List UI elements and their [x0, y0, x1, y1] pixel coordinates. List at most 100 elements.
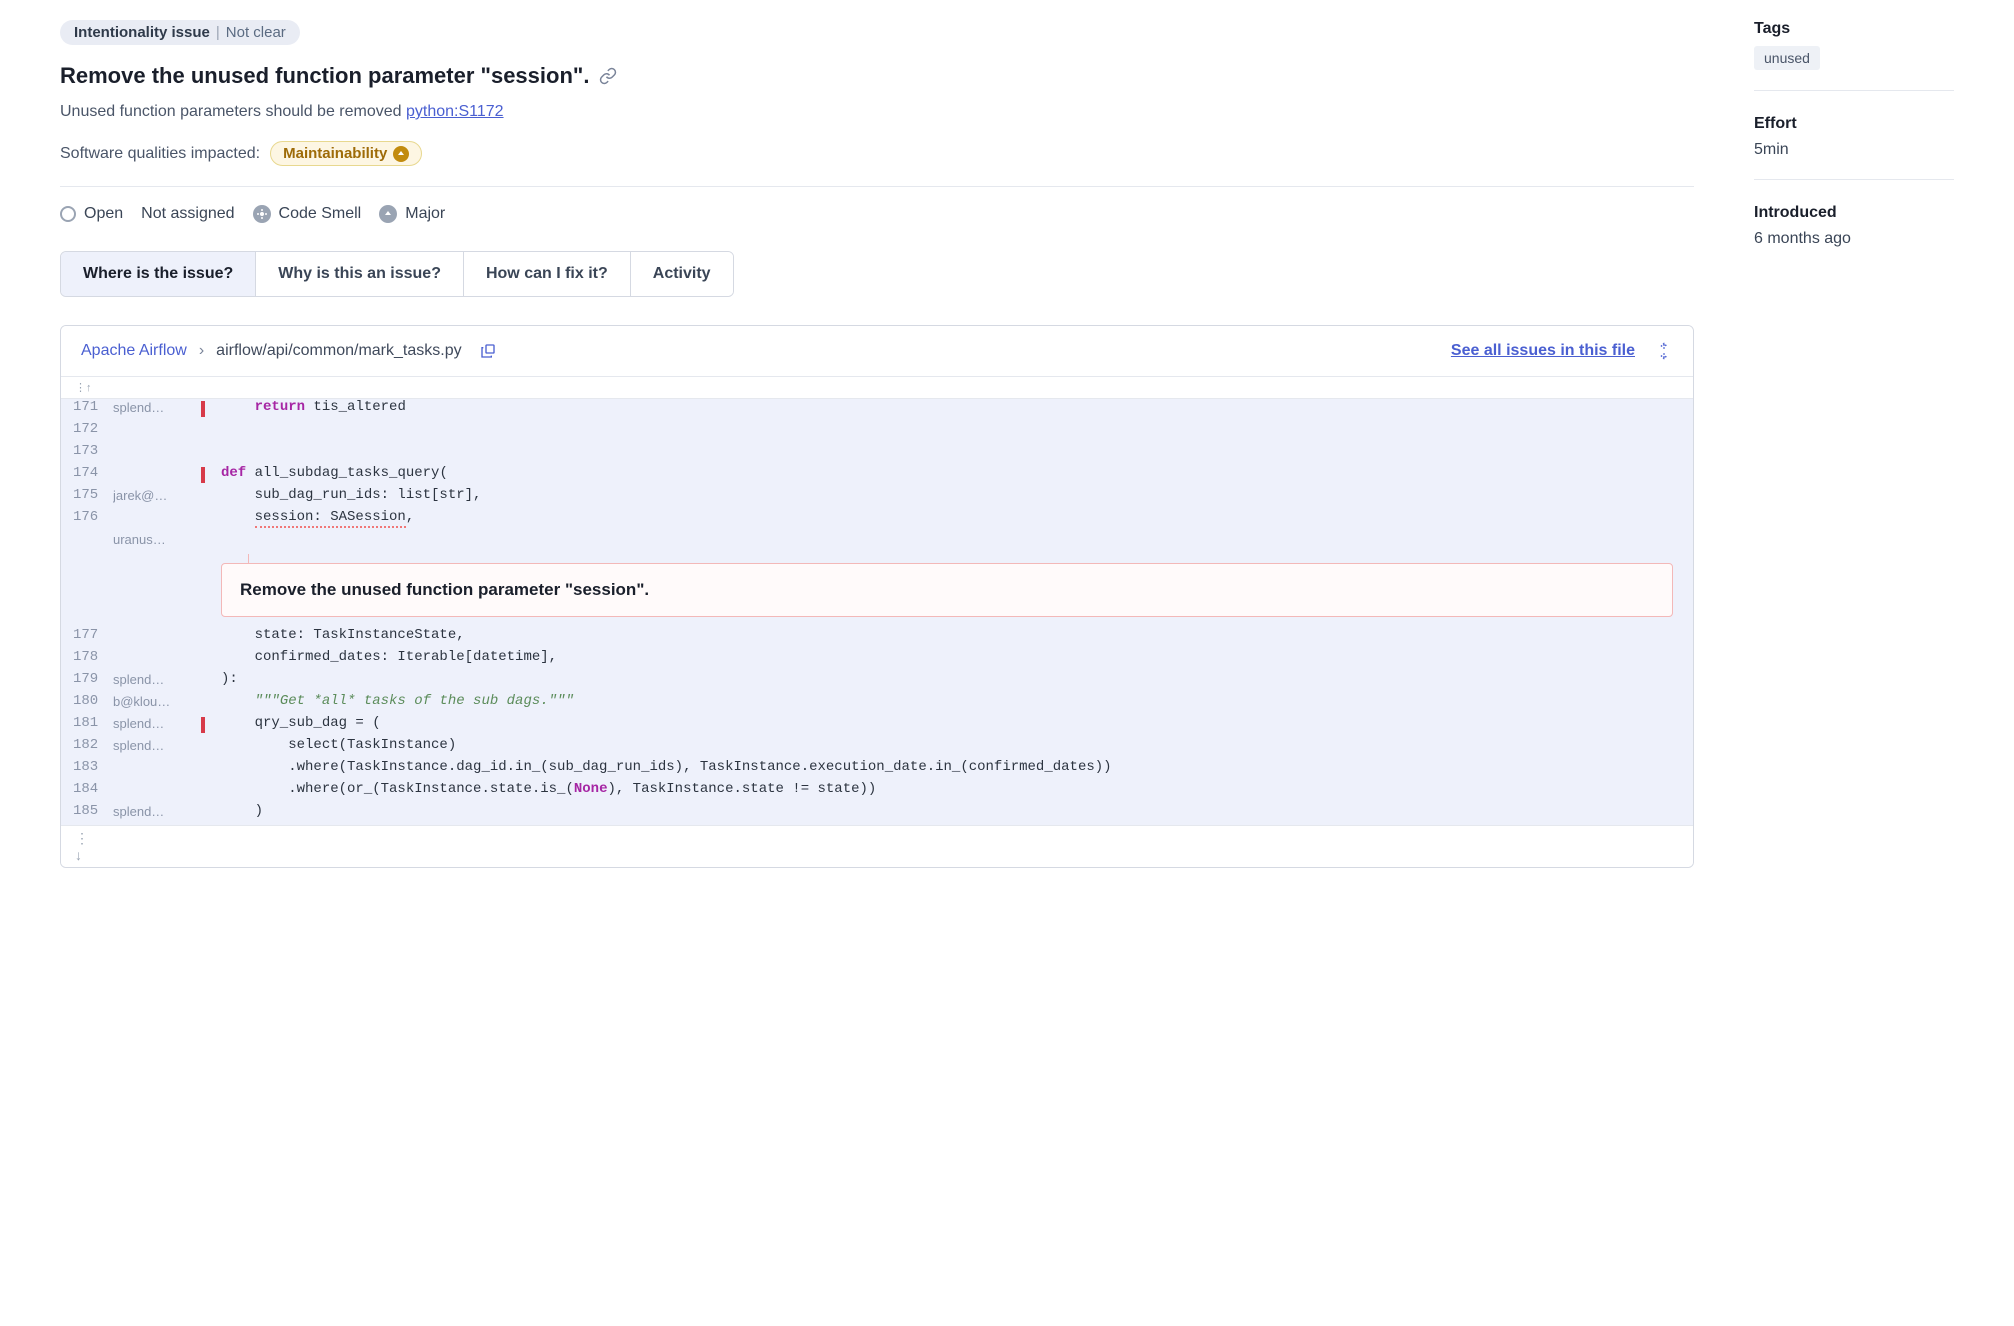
scm-author: splend… [113, 715, 201, 731]
scm-author [113, 627, 201, 643]
scm-author: splend… [113, 737, 201, 753]
scm-author: splend… [113, 803, 201, 819]
scm-author [113, 465, 201, 481]
code-smell-icon [253, 205, 271, 223]
see-all-issues-link[interactable]: See all issues in this file [1451, 342, 1635, 360]
permalink-icon[interactable] [599, 67, 617, 85]
code-body: 171splend… return tis_altered172173174de… [61, 399, 1693, 825]
line-number: 171 [73, 399, 113, 415]
open-file-icon[interactable] [480, 343, 496, 359]
code-content: qry_sub_dag = ( [209, 715, 1693, 731]
line-number: 185 [73, 803, 113, 819]
status-open[interactable]: Open [60, 205, 123, 223]
issue-marker [201, 467, 205, 483]
line-number: 173 [73, 443, 113, 459]
scm-author: b@klou… [113, 693, 201, 709]
code-line: 178 confirmed_dates: Iterable[datetime], [61, 649, 1693, 671]
line-number: 176 [73, 509, 113, 525]
code-content: .where(TaskInstance.dag_id.in_(sub_dag_r… [209, 759, 1693, 775]
line-number: 179 [73, 671, 113, 687]
code-content: ) [209, 803, 1693, 819]
code-content: """Get *all* tasks of the sub dags.""" [209, 693, 1693, 709]
sidebar-effort: Effort 5min [1754, 115, 1954, 180]
chevron-right-icon: › [199, 342, 204, 360]
divider [60, 186, 1694, 187]
code-panel: Apache Airflow › airflow/api/common/mark… [60, 325, 1694, 868]
status-severity: Major [379, 205, 445, 223]
expand-collapse-icon[interactable] [1655, 342, 1673, 360]
breadcrumb-path: airflow/api/common/mark_tasks.py [216, 342, 461, 360]
status-assignee[interactable]: Not assigned [141, 205, 234, 223]
status-open-icon [60, 206, 76, 222]
status-row: Open Not assigned Code Smell Major [60, 205, 1694, 223]
line-number: 181 [73, 715, 113, 731]
tab-activity[interactable]: Activity [631, 252, 733, 296]
line-number: 178 [73, 649, 113, 665]
code-line: 181splend… qry_sub_dag = ( [61, 715, 1693, 737]
code-line: 173 [61, 443, 1693, 465]
issue-type-detail: Not clear [226, 24, 286, 41]
quality-pill-maintainability[interactable]: Maintainability [270, 141, 422, 166]
code-content: confirmed_dates: Iterable[datetime], [209, 649, 1693, 665]
line-number: 180 [73, 693, 113, 709]
code-content: select(TaskInstance) [209, 737, 1693, 753]
line-number: 174 [73, 465, 113, 481]
issue-type-label: Intentionality issue [74, 24, 210, 41]
tag-unused[interactable]: unused [1754, 46, 1820, 70]
code-line: 185splend… ) [61, 803, 1693, 825]
expand-down-button[interactable]: ⋮↓ [61, 825, 1693, 867]
sidebar-introduced: Introduced 6 months ago [1754, 204, 1954, 268]
scm-author: jarek@… [113, 487, 201, 503]
sidebar-tags: Tags unused [1754, 20, 1954, 91]
issue-type-badge: Intentionality issue | Not clear [60, 20, 300, 45]
scm-author [113, 649, 201, 665]
code-line: 184 .where(or_(TaskInstance.state.is_(No… [61, 781, 1693, 803]
code-line: 175jarek@… sub_dag_run_ids: list[str], [61, 487, 1693, 509]
code-line: 171splend… return tis_altered [61, 399, 1693, 421]
line-number: 184 [73, 781, 113, 797]
scm-author: splend… [113, 399, 201, 415]
tab-how[interactable]: How can I fix it? [464, 252, 631, 296]
issue-marker [201, 717, 205, 733]
severity-dot-icon [393, 146, 409, 162]
code-line: 172 [61, 421, 1693, 443]
rule-description: Unused function parameters should be rem… [60, 103, 1694, 121]
page-title: Remove the unused function parameter "se… [60, 63, 1694, 89]
tab-why[interactable]: Why is this an issue? [256, 252, 464, 296]
line-number: 177 [73, 627, 113, 643]
issue-callout[interactable]: Remove the unused function parameter "se… [221, 563, 1673, 617]
code-header: Apache Airflow › airflow/api/common/mark… [61, 326, 1693, 377]
sidebar: Tags unused Effort 5min Introduced 6 mon… [1754, 20, 1954, 868]
breadcrumb-project[interactable]: Apache Airflow [81, 342, 187, 360]
code-content: return tis_altered [209, 399, 1693, 415]
code-line: 176 session: SASession, [61, 509, 1693, 531]
code-line: 179splend…): [61, 671, 1693, 693]
tabs: Where is the issue? Why is this an issue… [60, 251, 734, 297]
scm-author [113, 759, 201, 775]
major-severity-icon [379, 205, 397, 223]
scm-author [113, 443, 201, 459]
scm-author [113, 509, 201, 525]
code-line: 182splend… select(TaskInstance) [61, 737, 1693, 759]
code-content: .where(or_(TaskInstance.state.is_(None),… [209, 781, 1693, 797]
line-number: 172 [73, 421, 113, 437]
status-type: Code Smell [253, 205, 362, 223]
code-content: state: TaskInstanceState, [209, 627, 1693, 643]
code-line: 174def all_subdag_tasks_query( [61, 465, 1693, 487]
scm-author: splend… [113, 671, 201, 687]
code-content: sub_dag_run_ids: list[str], [209, 487, 1693, 503]
expand-up-button[interactable]: ⋮↑ [61, 377, 1693, 399]
scm-author [113, 781, 201, 797]
line-number: 182 [73, 737, 113, 753]
qualities-impacted: Software qualities impacted: Maintainabi… [60, 141, 1694, 166]
breadcrumb: Apache Airflow › airflow/api/common/mark… [81, 342, 496, 360]
tab-where[interactable]: Where is the issue? [61, 252, 256, 296]
rule-key-link[interactable]: python:S1172 [406, 103, 504, 120]
code-content: ): [209, 671, 1693, 687]
code-content: session: SASession, [209, 509, 1693, 525]
scm-author: uranus… [113, 531, 201, 547]
line-number: 175 [73, 487, 113, 503]
code-line: 183 .where(TaskInstance.dag_id.in_(sub_d… [61, 759, 1693, 781]
code-row-callout: uranus… [61, 531, 1693, 553]
code-line: 177 state: TaskInstanceState, [61, 627, 1693, 649]
